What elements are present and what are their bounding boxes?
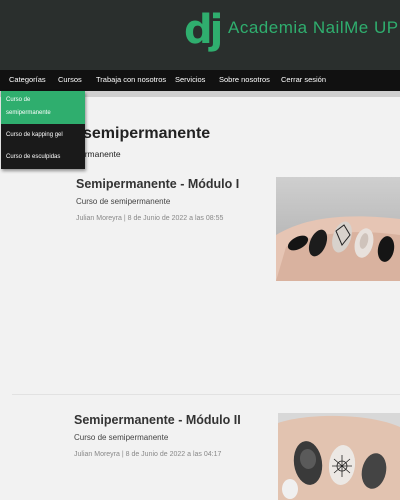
post-meta: Julian Moreyra | 8 de Junio de 2022 a la…	[74, 451, 222, 458]
nav-item-categorias[interactable]: Categorías	[9, 70, 46, 91]
dropdown-item-kapping-gel[interactable]: Curso de kapping gel	[1, 129, 85, 142]
post-title[interactable]: Semipermanente - Módulo II	[74, 413, 241, 427]
dropdown-item-semipermanente[interactable]: Curso de semipermanente	[1, 91, 85, 124]
nav-item-sobre-nosotros[interactable]: Sobre nosotros	[219, 70, 270, 91]
dropdown-item-label: Curso de	[6, 97, 31, 103]
categorias-dropdown: Curso de semipermanente Curso de kapping…	[1, 91, 85, 169]
main-navbar: Categorías Cursos Trabaja con nosotros S…	[0, 70, 400, 91]
nav-item-servicios[interactable]: Servicios	[175, 70, 205, 91]
page-subtitle: ermanente	[80, 149, 121, 159]
post-thumbnail[interactable]	[276, 177, 400, 281]
nails-image-1	[276, 177, 400, 281]
page-title: semipermanente	[83, 125, 211, 142]
site-header: dj Academia NailMe UP	[0, 0, 400, 70]
dropdown-item-esculpidas[interactable]: Curso de esculpidas	[1, 151, 85, 164]
post-thumbnail[interactable]	[278, 413, 400, 500]
post-category: Curso de semipermanente	[76, 197, 171, 206]
post-meta: Julian Moreyra | 8 de Junio de 2022 a la…	[76, 215, 224, 222]
post-divider	[12, 394, 400, 395]
django-logo[interactable]: dj	[184, 8, 223, 52]
site-title[interactable]: Academia NailMe UP	[228, 18, 399, 38]
nav-item-trabaja[interactable]: Trabaja con nosotros	[96, 70, 166, 91]
nails-image-2	[278, 413, 400, 500]
post-category: Curso de semipermanente	[74, 433, 169, 442]
dropdown-item-label: semipermanente	[6, 110, 51, 116]
nav-item-cerrar-sesion[interactable]: Cerrar sesión	[281, 70, 326, 91]
nav-item-cursos[interactable]: Cursos	[58, 70, 82, 91]
post-title[interactable]: Semipermanente - Módulo I	[76, 177, 239, 191]
